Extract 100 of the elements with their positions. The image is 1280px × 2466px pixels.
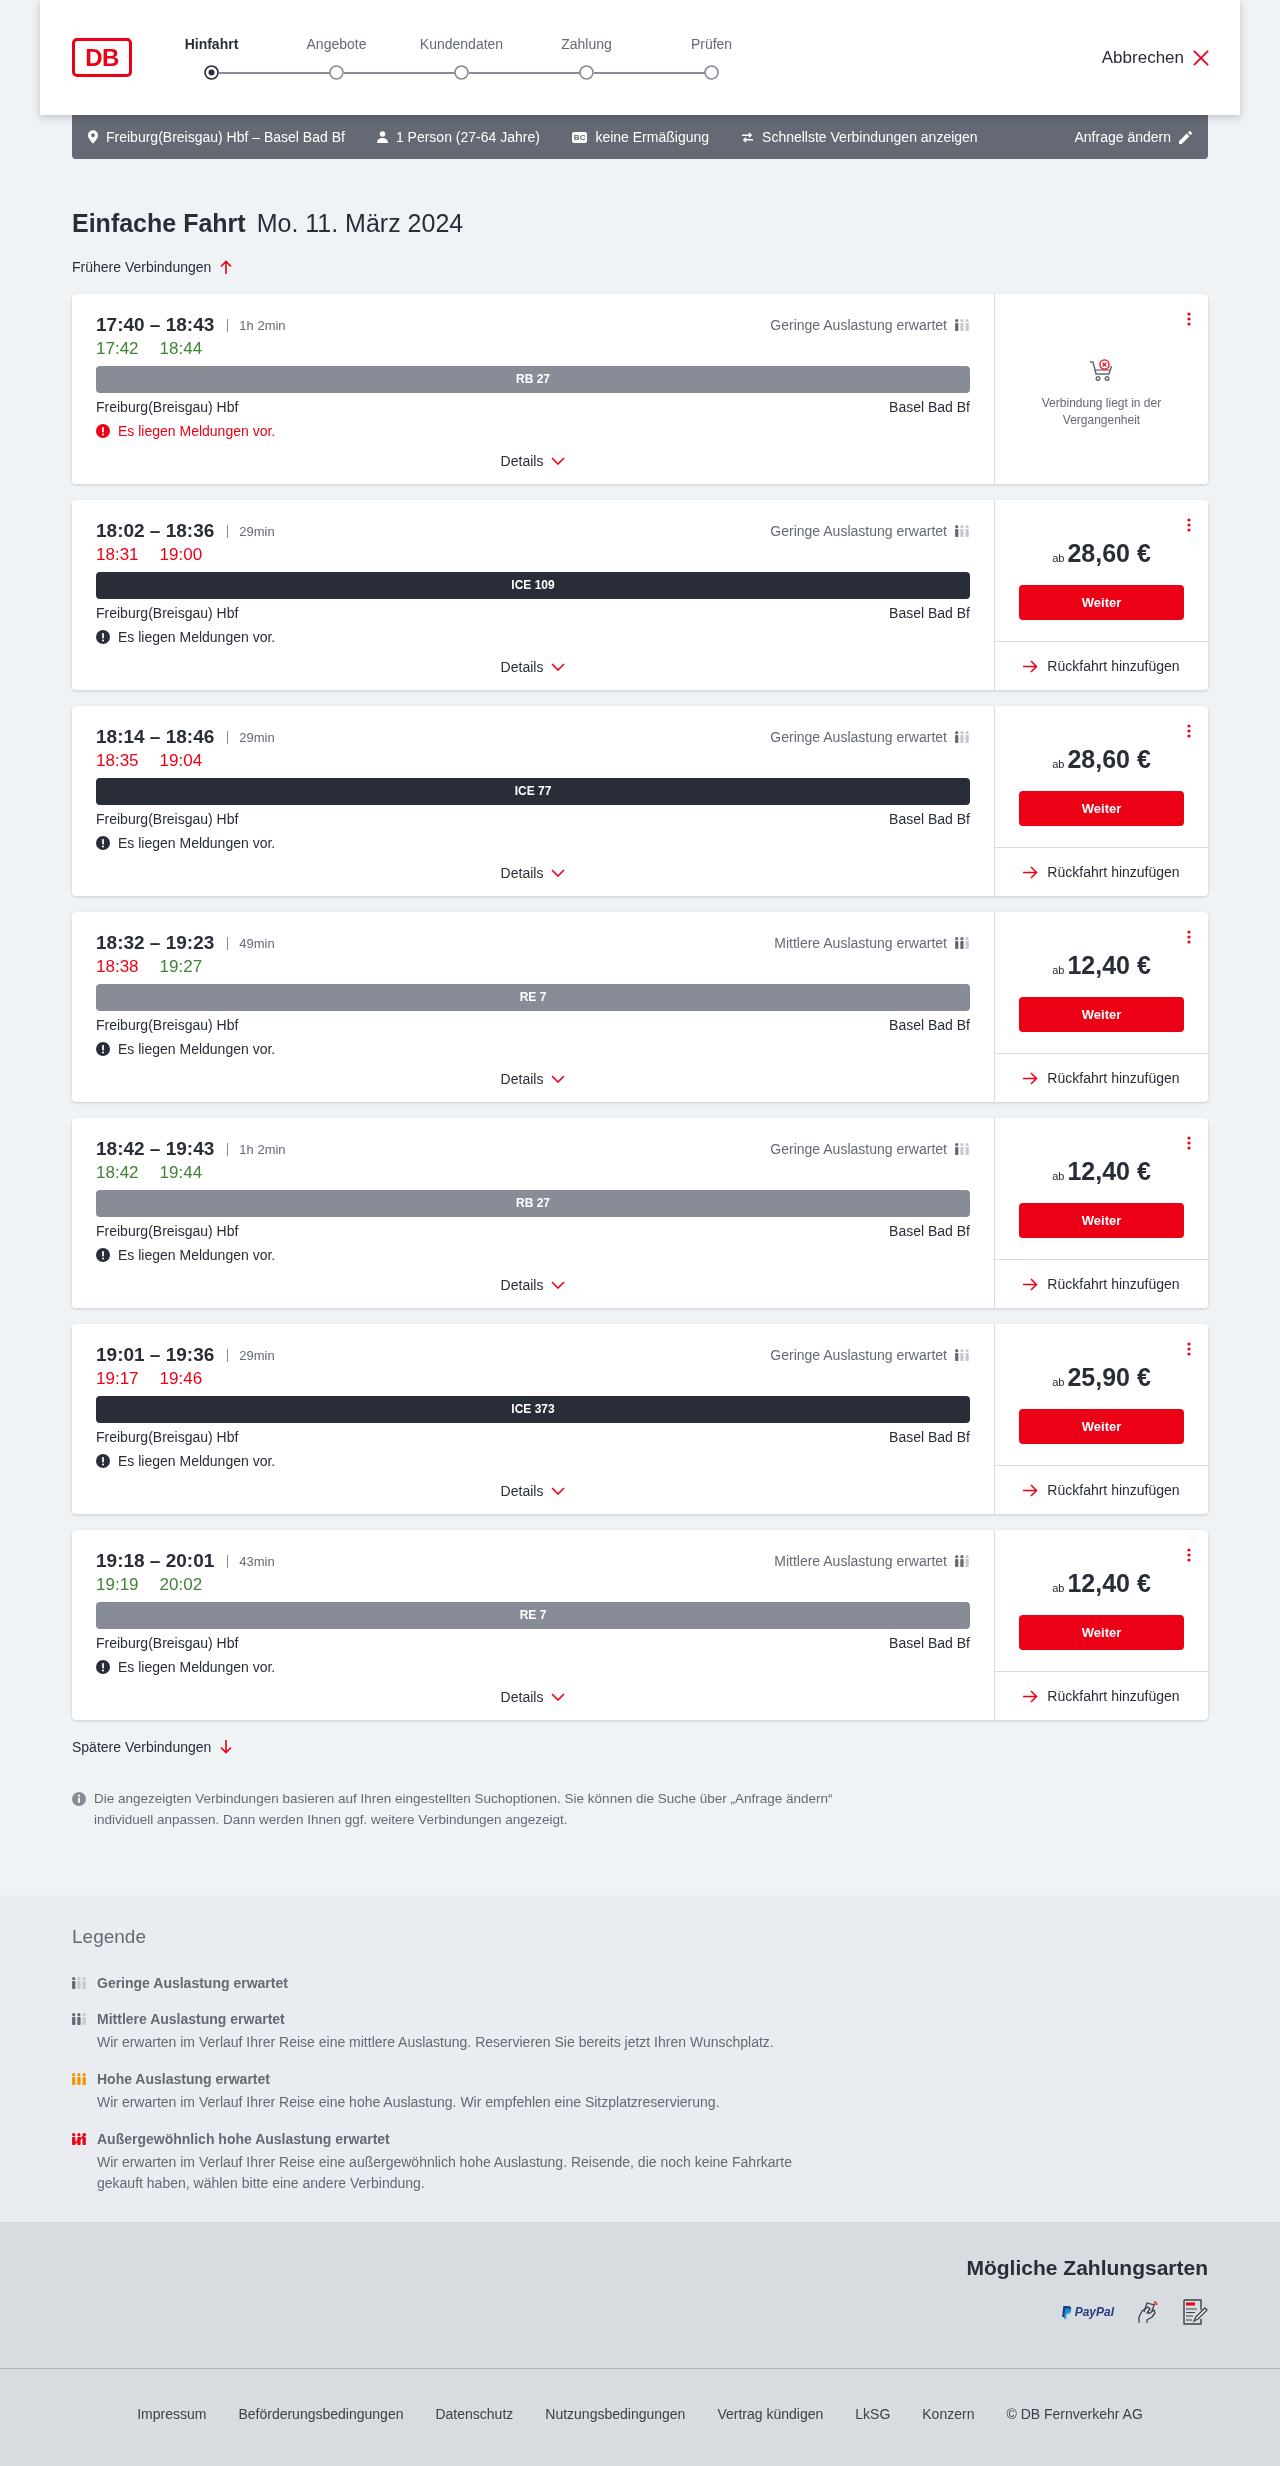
details-toggle[interactable]: Details — [500, 451, 566, 471]
more-menu-icon[interactable] — [1187, 312, 1191, 326]
more-menu-icon[interactable] — [1187, 1342, 1191, 1356]
footer-link[interactable]: © DB Fernverkehr AG — [1006, 2404, 1143, 2424]
occupancy-icon — [72, 2073, 87, 2085]
message-text: Es liegen Meldungen vor. — [118, 422, 276, 441]
add-return-link[interactable]: Rückfahrt hinzufügen — [1023, 1686, 1180, 1706]
close-icon — [1193, 49, 1209, 66]
details-toggle[interactable]: Details — [500, 1481, 566, 1501]
add-return-link[interactable]: Rückfahrt hinzufügen — [1023, 1480, 1180, 1500]
occupancy-icon — [72, 2013, 87, 2025]
details-toggle[interactable]: Details — [500, 657, 566, 677]
price-prefix: ab — [1052, 757, 1065, 772]
realtime-time: 19:19 — [96, 1575, 139, 1595]
chevron-down-icon — [551, 663, 566, 671]
trip-duration: 49min — [239, 935, 275, 951]
passengers-text: 1 Person (27-64 Jahre) — [395, 129, 540, 145]
alert-icon — [96, 630, 110, 644]
message-text: Es liegen Meldungen vor. — [118, 628, 276, 647]
message-text: Es liegen Meldungen vor. — [118, 1040, 276, 1059]
continue-button[interactable]: Weiter — [1019, 585, 1184, 620]
chevron-down-icon — [551, 1075, 566, 1083]
scheduled-times: 18:02 – 18:36 — [96, 520, 215, 542]
step-label: Hinfahrt — [184, 35, 239, 53]
legend-item-title: Hohe Auslastung erwartet — [97, 2070, 271, 2089]
more-menu-icon[interactable] — [1187, 930, 1191, 944]
footer-link[interactable]: LkSG — [855, 2404, 891, 2424]
add-return-link[interactable]: Rückfahrt hinzufügen — [1023, 1274, 1180, 1294]
add-return-link[interactable]: Rückfahrt hinzufügen — [1023, 656, 1180, 676]
trip-duration: 1h 2min — [239, 1141, 286, 1157]
train-line-bar: RE 7 — [96, 1602, 970, 1629]
origin-station: Freiburg(Breisgau) Hbf — [96, 1428, 239, 1447]
origin-station: Freiburg(Breisgau) Hbf — [96, 1016, 239, 1035]
person-icon — [376, 131, 388, 143]
occupancy-label: Geringe Auslastung erwartet — [770, 1141, 947, 1157]
details-toggle[interactable]: Details — [500, 1069, 566, 1089]
occupancy-icon — [955, 731, 970, 743]
realtime-time: 18:44 — [159, 339, 203, 359]
scheduled-times: 18:42 – 19:43 — [96, 1138, 215, 1160]
more-menu-icon[interactable] — [1187, 518, 1191, 532]
origin-station: Freiburg(Breisgau) Hbf — [96, 398, 239, 417]
occupancy-label: Mittlere Auslastung erwartet — [774, 1553, 947, 1569]
occupancy-icon — [955, 1349, 970, 1361]
travel-date: Mo. 11. März 2024 — [256, 208, 464, 239]
occupancy-icon — [955, 937, 970, 949]
train-line-bar: ICE 109 — [96, 572, 970, 599]
details-toggle[interactable]: Details — [500, 1687, 566, 1707]
alert-icon — [96, 424, 110, 438]
swap-arrows-icon — [741, 131, 755, 143]
occupancy-icon — [955, 1143, 970, 1155]
location-pin-icon — [88, 130, 98, 144]
train-line-bar: ICE 77 — [96, 778, 970, 805]
chevron-down-icon — [551, 1487, 566, 1495]
realtime-time: 19:46 — [159, 1369, 203, 1389]
occupancy-label: Geringe Auslastung erwartet — [770, 729, 947, 745]
more-menu-icon[interactable] — [1187, 724, 1191, 738]
footer-link[interactable]: Impressum — [137, 2404, 207, 2424]
arrow-right-icon — [1023, 1483, 1039, 1497]
continue-button[interactable]: Weiter — [1019, 1615, 1184, 1650]
trip-duration: 29min — [239, 1347, 275, 1363]
origin-station: Freiburg(Breisgau) Hbf — [96, 1634, 239, 1653]
later-connections-link[interactable]: Spätere Verbindungen — [72, 1737, 233, 1757]
continue-button[interactable]: Weiter — [1019, 791, 1184, 826]
footer-link[interactable]: Datenschutz — [435, 2404, 514, 2424]
earlier-connections-link[interactable]: Frühere Verbindungen — [72, 257, 233, 277]
footer-link[interactable]: Vertrag kündigen — [717, 2404, 824, 2424]
destination-station: Basel Bad Bf — [889, 1634, 970, 1653]
legend-item-title: Geringe Auslastung erwartet — [97, 1974, 288, 1993]
price-prefix: ab — [1052, 1375, 1065, 1390]
step-label: Zahlung — [561, 35, 612, 53]
cancel-button[interactable]: Abbrechen — [1101, 47, 1209, 68]
footer-link[interactable]: Konzern — [922, 2404, 975, 2424]
continue-button[interactable]: Weiter — [1019, 1203, 1184, 1238]
logo[interactable]: DB — [72, 38, 132, 77]
destination-station: Basel Bad Bf — [889, 1222, 970, 1241]
chevron-down-icon — [551, 869, 566, 877]
scheduled-times: 19:18 – 20:01 — [96, 1550, 215, 1572]
realtime-time: 17:42 — [96, 339, 139, 359]
occupancy-label: Geringe Auslastung erwartet — [770, 1347, 947, 1363]
origin-station: Freiburg(Breisgau) Hbf — [96, 1222, 239, 1241]
more-menu-icon[interactable] — [1187, 1548, 1191, 1562]
more-menu-icon[interactable] — [1187, 1136, 1191, 1150]
details-toggle[interactable]: Details — [500, 863, 566, 883]
alert-icon — [96, 1454, 110, 1468]
continue-button[interactable]: Weiter — [1019, 997, 1184, 1032]
add-return-link[interactable]: Rückfahrt hinzufügen — [1023, 862, 1180, 882]
realtime-time: 19:00 — [159, 545, 203, 565]
arrow-right-icon — [1023, 659, 1039, 673]
occupancy-icon — [955, 525, 970, 537]
edit-request-link[interactable]: Anfrage ändern — [1074, 129, 1192, 145]
footer-link[interactable]: Nutzungsbedingungen — [545, 2404, 686, 2424]
message-text: Es liegen Meldungen vor. — [118, 1452, 276, 1471]
cart-cross-icon — [1088, 359, 1115, 383]
price: 12,40 € — [1067, 951, 1151, 979]
footer-link[interactable]: Beförderungsbedingungen — [238, 2404, 404, 2424]
pencil-icon — [1179, 130, 1192, 144]
details-toggle[interactable]: Details — [500, 1275, 566, 1295]
add-return-link[interactable]: Rückfahrt hinzufügen — [1023, 1068, 1180, 1088]
continue-button[interactable]: Weiter — [1019, 1409, 1184, 1444]
price: 12,40 € — [1067, 1157, 1151, 1185]
